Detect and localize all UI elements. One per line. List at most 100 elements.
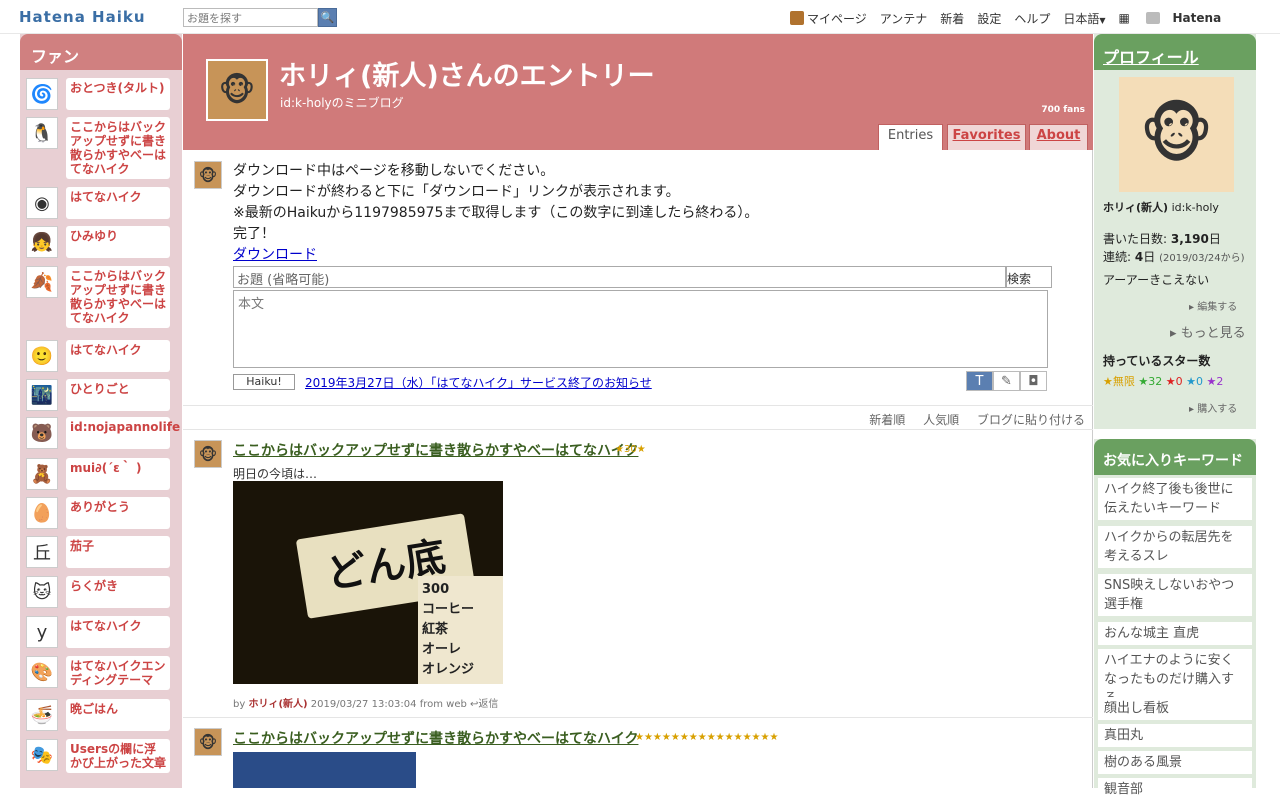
reply-link[interactable]: ↩返信 — [470, 699, 498, 710]
topic-input[interactable]: お題 (省略可能) — [233, 266, 1006, 288]
buy-stars-link[interactable]: ▸ 購入する — [1189, 400, 1237, 415]
entry-avatar[interactable]: 🐵 — [194, 440, 222, 468]
entry-title[interactable]: ここからはバックアップせずに書き散らかすやべーはてなハイク — [233, 440, 638, 460]
sort-newest[interactable]: 新着順 — [869, 413, 905, 427]
entry-time[interactable]: 2019/03/27 13:03:04 — [311, 699, 417, 710]
fan-avatar[interactable]: 🐻 — [26, 417, 58, 449]
tab-about[interactable]: About — [1029, 124, 1088, 150]
entry-author[interactable]: ホリィ(新人) — [248, 699, 307, 710]
fan-name[interactable]: ありがとう — [66, 497, 170, 529]
fan-count[interactable]: 700 fans — [1041, 105, 1085, 115]
text-mode-icon[interactable]: T — [966, 371, 993, 391]
fan-name[interactable]: はてなハイク — [66, 340, 170, 372]
fan-item[interactable]: 🧸 mui∂(´ε｀ ) — [26, 458, 170, 490]
fan-name[interactable]: ひとりごと — [66, 379, 170, 411]
search-button[interactable]: 🔍 — [318, 8, 337, 27]
fan-avatar[interactable]: y — [26, 616, 58, 648]
fan-item[interactable]: 🐻 id:nojapannolife — [26, 417, 180, 449]
keyword-search-input[interactable]: お題を探す — [183, 8, 318, 27]
fan-avatar[interactable]: 🐧 — [26, 117, 58, 149]
fan-name[interactable]: ここからはバックアップせずに書き散らかすやべーはてなハイク — [66, 117, 170, 179]
settings-link[interactable]: 設定 — [977, 10, 1001, 27]
fan-name[interactable]: はてなハイク — [66, 187, 170, 219]
star-counts[interactable]: ★無限 ★32 ★0 ★0 ★2 — [1103, 373, 1223, 389]
fan-item[interactable]: 🐱 らくがき — [26, 576, 170, 608]
user-name[interactable]: ホリィ(新人) — [1103, 201, 1168, 214]
entry-title[interactable]: ここからはバックアップせずに書き散らかすやべーはてなハイク — [233, 728, 638, 748]
keyword-item[interactable]: 真田丸 — [1098, 724, 1252, 747]
fan-avatar[interactable]: ◉ — [26, 187, 58, 219]
banner-avatar[interactable]: 🐵 — [206, 59, 268, 121]
fan-item[interactable]: 🥚 ありがとう — [26, 497, 170, 529]
language-menu[interactable]: 日本語▼ — [1063, 10, 1105, 27]
fan-avatar[interactable]: 🐱 — [26, 576, 58, 608]
mypage-link[interactable]: マイページ — [790, 10, 867, 27]
fan-avatar[interactable]: 🙂 — [26, 340, 58, 372]
fan-name[interactable]: id:nojapannolife — [66, 417, 180, 449]
draw-brush-icon[interactable]: ✎ — [993, 371, 1020, 391]
fan-avatar[interactable]: 🎨 — [26, 656, 58, 688]
fan-name[interactable]: はてなハイク — [66, 616, 170, 648]
entry-photo[interactable] — [233, 752, 416, 788]
keyword-item[interactable]: ハイクからの転居先を考えるスレ — [1098, 526, 1252, 568]
fan-avatar[interactable]: 🎭 — [26, 739, 58, 771]
fan-item[interactable]: y はてなハイク — [26, 616, 170, 648]
fan-name[interactable]: はてなハイクエンディングテーマ — [66, 656, 170, 690]
more-link[interactable]: ▸ もっと見る — [1170, 322, 1246, 341]
sort-popular[interactable]: 人気順 — [923, 413, 959, 427]
fan-item[interactable]: 🎭 Usersの欄に浮かび上がった文章 — [26, 739, 170, 773]
keyword-item[interactable]: おんな城主 直虎 — [1098, 622, 1252, 645]
download-link[interactable]: ダウンロード — [233, 247, 317, 263]
profile-avatar[interactable]: 🐵 — [1119, 77, 1234, 192]
fan-avatar[interactable]: 🍜 — [26, 699, 58, 731]
fan-item[interactable]: 🐧 ここからはバックアップせずに書き散らかすやべーはてなハイク — [26, 117, 170, 179]
fan-item[interactable]: 🙂 はてなハイク — [26, 340, 170, 372]
fan-avatar[interactable]: 👧 — [26, 226, 58, 258]
fan-avatar[interactable]: 🥚 — [26, 497, 58, 529]
edit-profile-link[interactable]: ▸ 編集する — [1189, 298, 1237, 313]
service-end-notice-link[interactable]: 2019年3月27日（水）「はてなハイク」サービス終了のお知らせ — [305, 374, 652, 391]
hatena-brand-link[interactable]: Hatena — [1173, 11, 1222, 25]
fan-avatar[interactable]: 丘 — [26, 536, 58, 568]
embed-blog-link[interactable]: ブログに貼り付ける — [977, 413, 1085, 427]
fan-name[interactable]: ひみゆり — [66, 226, 170, 258]
keyword-item[interactable]: 樹のある風景 — [1098, 751, 1252, 774]
fan-name[interactable]: Usersの欄に浮かび上がった文章 — [66, 739, 170, 773]
entry-avatar[interactable]: 🐵 — [194, 728, 222, 756]
new-link[interactable]: 新着 — [940, 10, 964, 27]
apps-grid-icon[interactable]: ▦ — [1119, 12, 1133, 24]
fan-name[interactable]: 晩ごはん — [66, 699, 170, 731]
fan-avatar[interactable]: 🧸 — [26, 458, 58, 490]
search-image-button[interactable]: 検索 — [1006, 266, 1052, 288]
fan-item[interactable]: 🌀 おとつき(タルト) — [26, 78, 170, 110]
fan-name[interactable]: おとつき(タルト) — [66, 78, 170, 110]
fan-avatar[interactable]: 🌀 — [26, 78, 58, 110]
haiku-submit-button[interactable]: Haiku! — [233, 374, 295, 390]
fan-name[interactable]: 茄子 — [66, 536, 170, 568]
profile-heading[interactable]: プロフィール — [1094, 34, 1256, 70]
body-textarea[interactable]: 本文 — [233, 290, 1048, 368]
camera-icon[interactable]: ◘ — [1020, 371, 1047, 391]
entry-star-count[interactable]: ★30★ — [615, 444, 646, 455]
fan-avatar[interactable]: 🌃 — [26, 379, 58, 411]
keyword-item[interactable]: 観音部 — [1098, 778, 1252, 801]
post-avatar[interactable]: 🐵 — [194, 161, 222, 189]
antenna-link[interactable]: アンテナ — [880, 10, 928, 27]
fan-item[interactable]: 🍜 晩ごはん — [26, 699, 170, 731]
tab-favorites[interactable]: Favorites — [947, 124, 1026, 150]
keyword-item[interactable]: SNS映えしないおやつ選手権 — [1098, 574, 1252, 616]
entry-star-count[interactable]: ★★★★★★★★★★★★★★★★ — [635, 732, 778, 743]
hatena-haiku-logo[interactable]: Hatena Haiku — [19, 8, 146, 26]
fan-item[interactable]: 丘茄子 — [26, 536, 170, 568]
fan-avatar[interactable]: 🍂 — [26, 266, 58, 298]
keyword-item[interactable]: 顔出し看板 — [1098, 697, 1252, 720]
fan-item[interactable]: 🍂 ここからはバックアップせずに書き散らかすやべーはてなハイク — [26, 266, 170, 328]
tab-entries[interactable]: Entries — [878, 124, 943, 150]
message-icon[interactable] — [1145, 12, 1160, 24]
fan-item[interactable]: 👧 ひみゆり — [26, 226, 170, 258]
fan-item[interactable]: 🎨 はてなハイクエンディングテーマ — [26, 656, 170, 690]
fan-item[interactable]: 🌃 ひとりごと — [26, 379, 170, 411]
fan-name[interactable]: mui∂(´ε｀ ) — [66, 458, 170, 490]
fan-item[interactable]: ◉ はてなハイク — [26, 187, 170, 219]
fan-name[interactable]: らくがき — [66, 576, 170, 608]
